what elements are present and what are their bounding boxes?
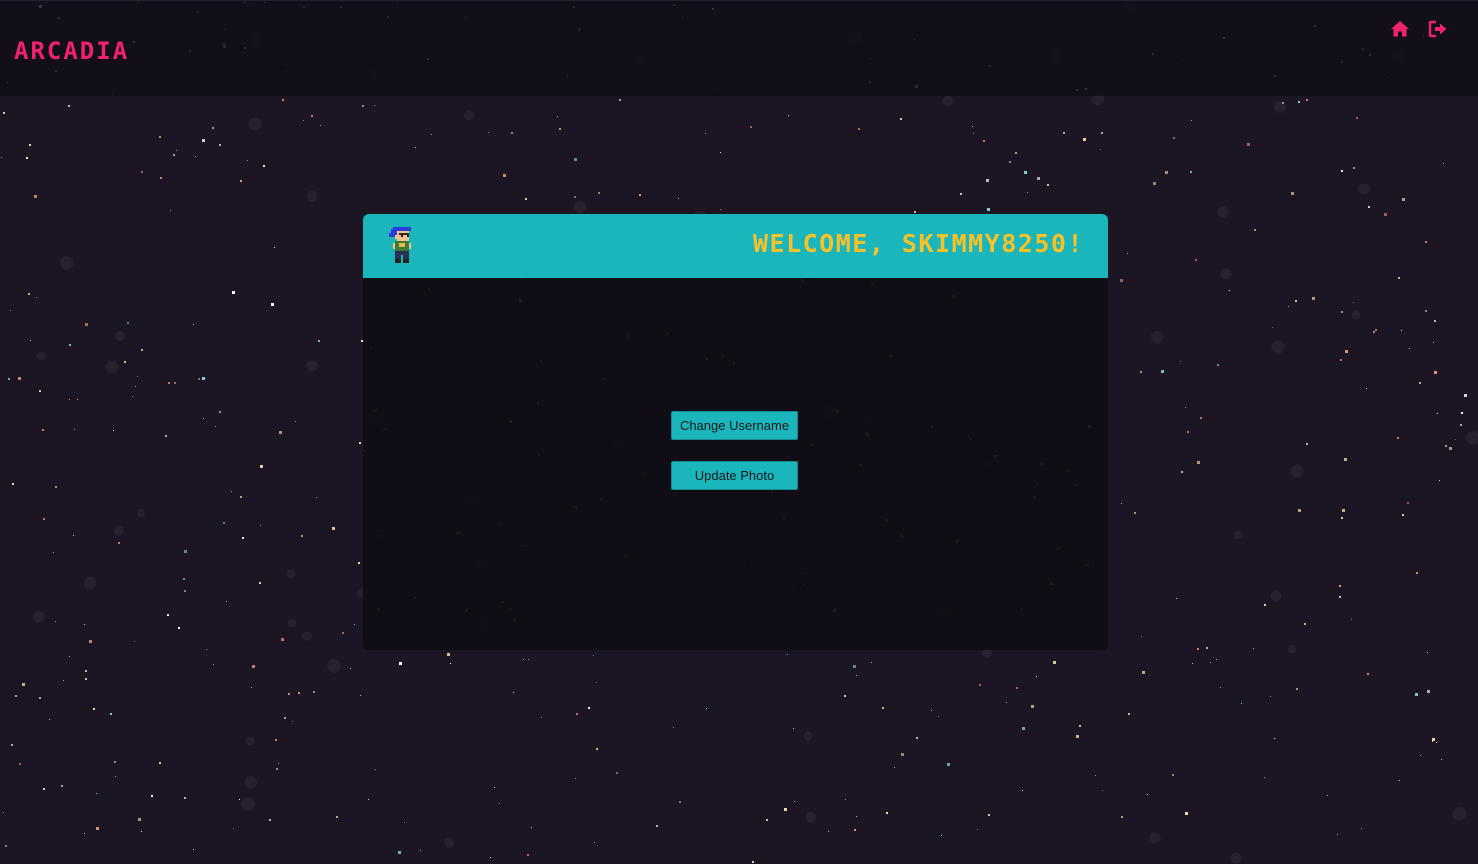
app-logo-title[interactable]: ARCADIA	[14, 37, 129, 65]
top-navbar: ARCADIA	[0, 0, 1478, 96]
welcome-heading: WELCOME, SKIMMY8250!	[752, 229, 1084, 258]
pixel-character-avatar	[389, 227, 411, 263]
profile-card-header: WELCOME, SKIMMY8250!	[363, 214, 1108, 278]
home-icon[interactable]	[1390, 19, 1410, 39]
change-username-button[interactable]: Change Username	[671, 411, 798, 440]
sign-out-icon[interactable]	[1428, 19, 1448, 39]
profile-card: WELCOME, SKIMMY8250! Change Username Upd…	[363, 214, 1108, 650]
update-photo-button[interactable]: Update Photo	[671, 461, 798, 490]
